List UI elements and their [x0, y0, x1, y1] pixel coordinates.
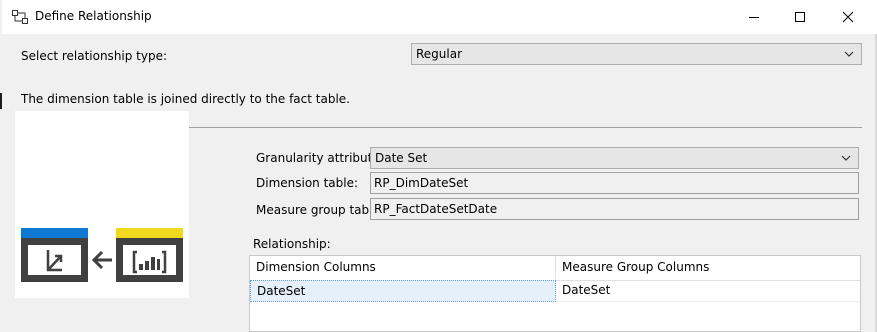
dimension-box [21, 238, 88, 282]
close-button[interactable] [825, 0, 871, 34]
relationship-type-value: Regular [416, 47, 463, 61]
chevron-down-icon [844, 51, 854, 57]
maximize-icon [795, 12, 805, 22]
measure-group-table-field[interactable]: RP_FactDateSetDate [370, 198, 859, 220]
maximize-button[interactable] [777, 0, 823, 34]
grid-header: Dimension Columns Measure Group Columns [250, 256, 860, 281]
cell-text: DateSet [562, 283, 611, 297]
granularity-value: Date Set [375, 151, 428, 165]
table-row-measure-cell[interactable]: DateSet [556, 280, 860, 302]
dimension-table-value: RP_DimDateSet [374, 176, 469, 190]
minimize-icon [749, 17, 759, 18]
relationship-label: Relationship: [253, 237, 331, 251]
minimize-button[interactable] [731, 0, 777, 34]
background-window-edge-marker [0, 93, 2, 109]
dimension-header-bar [21, 228, 88, 239]
column-header-dimension[interactable]: Dimension Columns [250, 256, 556, 279]
measure-group-table-value: RP_FactDateSetDate [374, 202, 498, 216]
column-header-label: Dimension Columns [256, 260, 376, 274]
window-title: Define Relationship [35, 9, 152, 23]
chevron-down-icon [841, 155, 851, 161]
close-icon [842, 11, 854, 23]
diagram-graphic [21, 228, 183, 282]
column-header-measure-group[interactable]: Measure Group Columns [556, 256, 860, 279]
measure-group-table-label: Measure group table: [256, 203, 384, 217]
relationship-type-label: Select relationship type: [21, 49, 168, 63]
cell-text: DateSet [257, 284, 306, 298]
relationship-description: The dimension table is joined directly t… [21, 92, 350, 106]
dimension-table-field[interactable]: RP_DimDateSet [370, 172, 859, 194]
measure-box [116, 238, 183, 282]
measure-header-bar [116, 228, 183, 239]
title-bar: Define Relationship [2, 0, 877, 34]
table-row-dimension-cell[interactable]: DateSet [250, 280, 556, 302]
arrow-left-icon [91, 250, 112, 270]
granularity-dropdown[interactable]: Date Set [370, 147, 859, 169]
relationship-type-dropdown[interactable]: Regular [411, 43, 862, 65]
relationship-grid[interactable]: Dimension Columns Measure Group Columns … [249, 255, 861, 332]
granularity-label: Granularity attribute: [256, 151, 384, 165]
column-header-label: Measure Group Columns [562, 260, 710, 274]
dimension-table-label: Dimension table: [256, 176, 359, 190]
relationship-diagram [15, 111, 189, 298]
relationship-icon [12, 10, 28, 24]
